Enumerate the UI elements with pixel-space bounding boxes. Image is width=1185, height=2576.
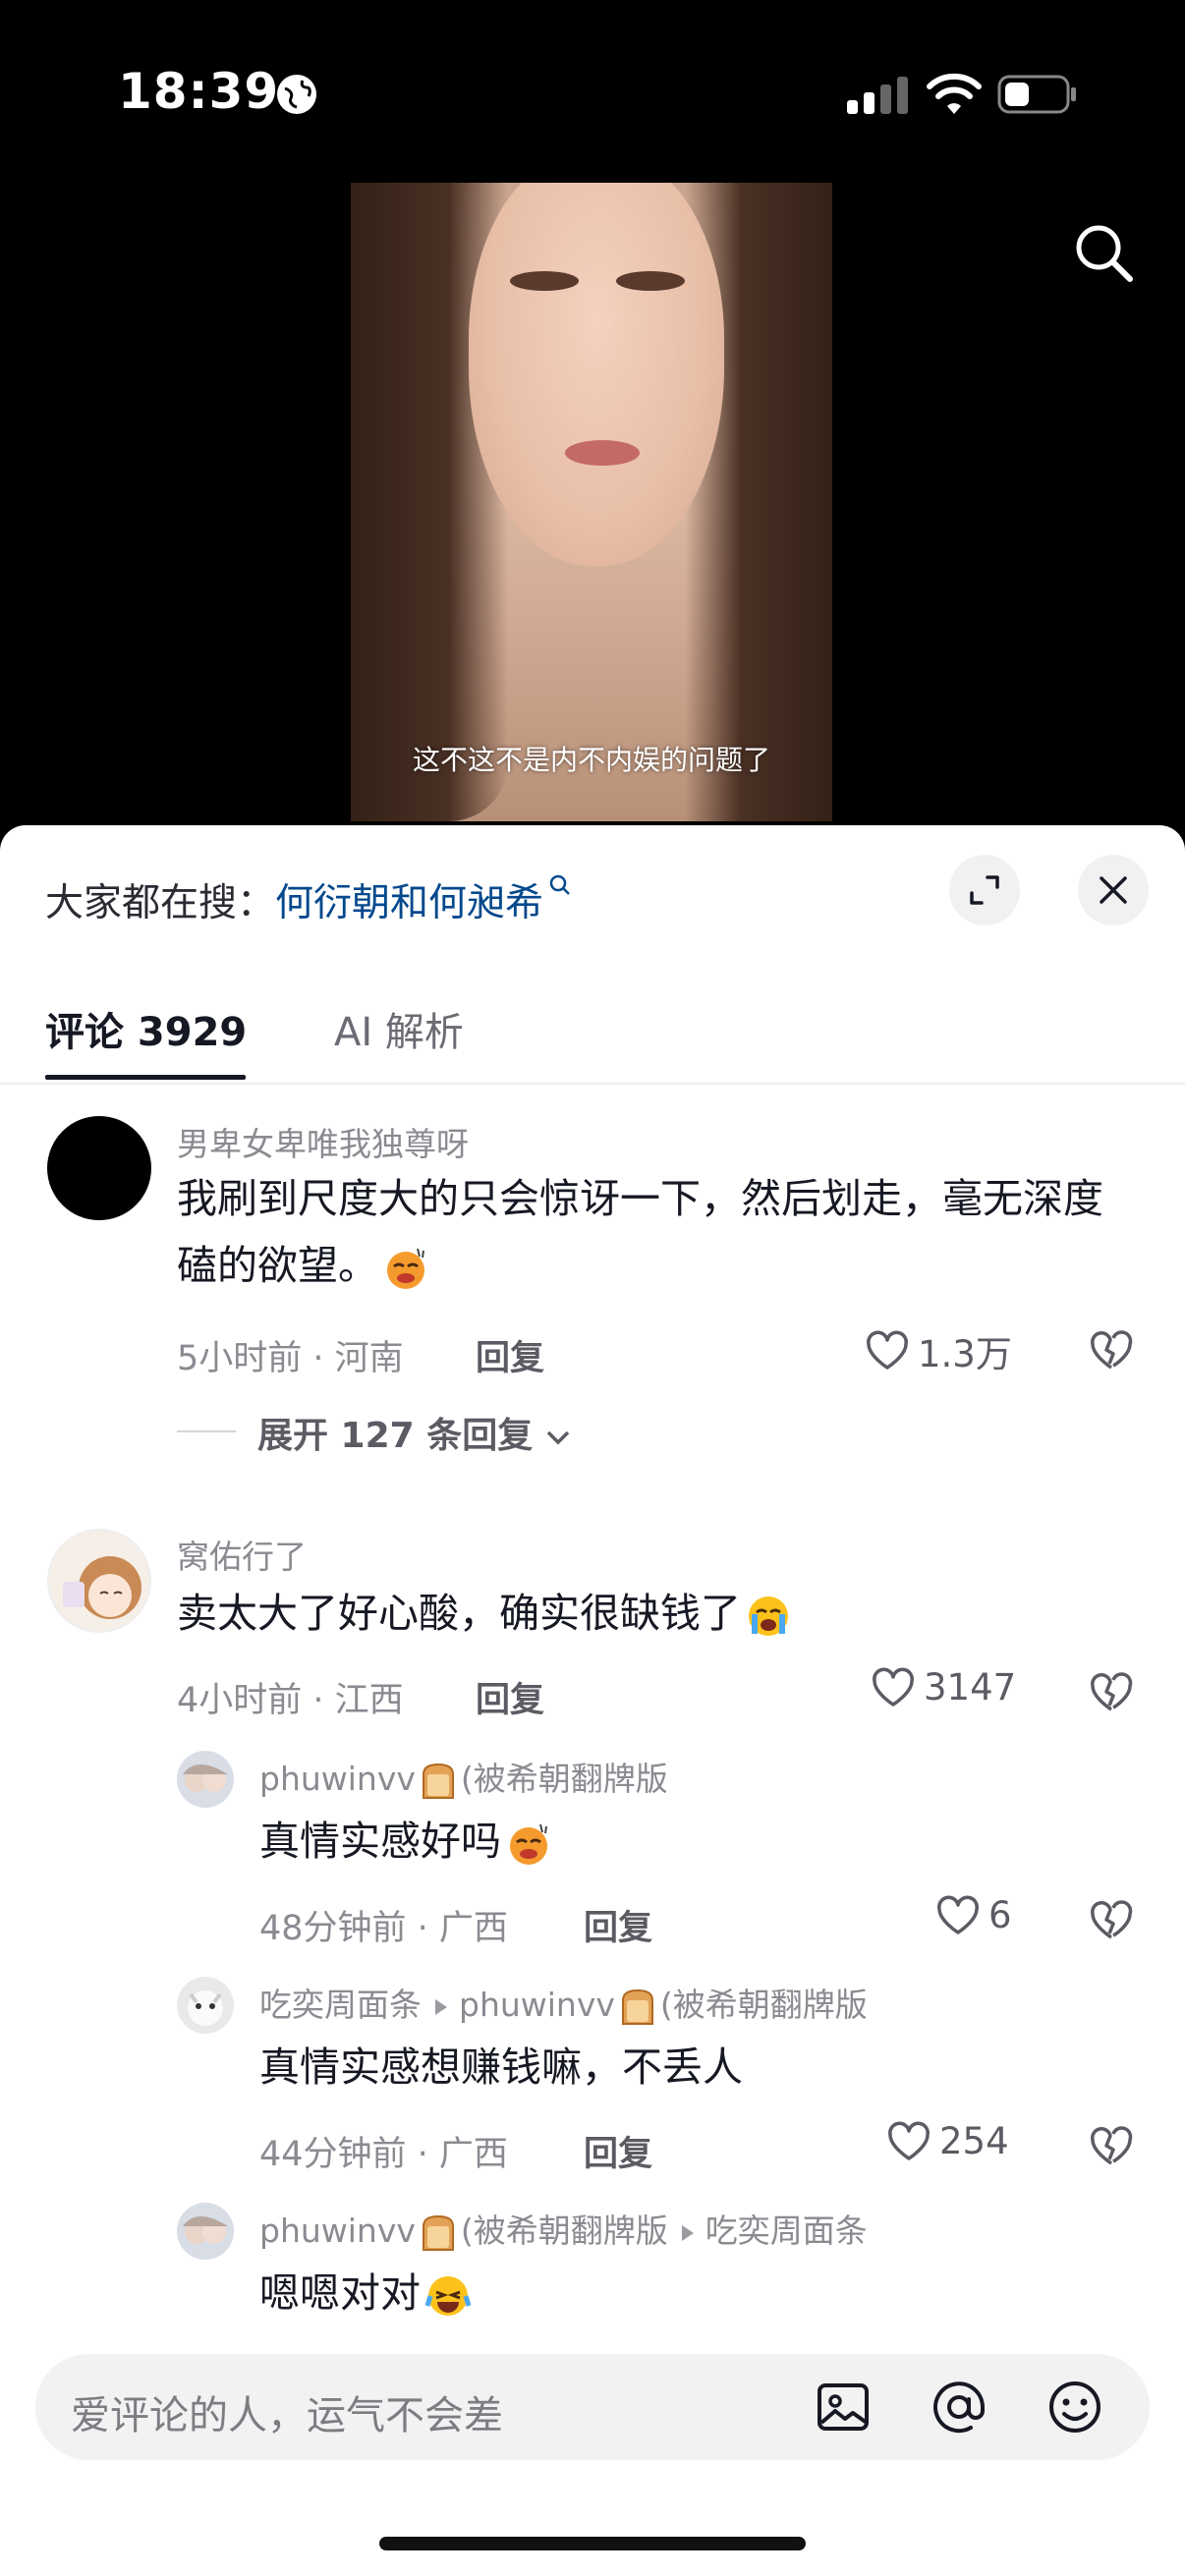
divider — [0, 1083, 1185, 1085]
heart-icon — [937, 1895, 979, 1934]
home-indicator[interactable] — [379, 2537, 806, 2550]
like-button[interactable]: 1.3万 — [865, 1324, 1012, 1377]
heart-icon — [873, 1667, 914, 1707]
avatar[interactable] — [177, 1977, 234, 2034]
broken-heart-icon[interactable] — [1087, 1898, 1136, 1943]
avatar[interactable] — [47, 1116, 151, 1220]
comment-text: 我刷到尺度大的只会惊讶一下，然后划走，毫无深度磕的欲望。 — [177, 1165, 1140, 1299]
reply-username[interactable]: phuwinvv (被希朝翻牌版 — [259, 1753, 668, 1802]
comment-input[interactable]: 爱评论的人，运气不会差 — [35, 2354, 1150, 2460]
toast-icon — [422, 2214, 454, 2251]
trending-prefix: 大家都在搜： — [45, 881, 276, 925]
toast-icon — [621, 1988, 653, 2025]
comment-username[interactable]: 男卑女卑唯我独尊呀 — [177, 1118, 469, 1165]
battery-icon — [997, 75, 1076, 114]
search-icon — [549, 874, 570, 895]
trending-keyword[interactable]: 何衍朝和何昶希 — [275, 881, 543, 925]
reply-username[interactable]: 吃奕周面条 phuwinvv (被希朝翻牌版 — [259, 1979, 868, 2028]
emoji-icon[interactable] — [1044, 2376, 1106, 2438]
wifi-icon — [927, 73, 982, 114]
signal-icon — [847, 77, 908, 114]
comment-text: 卖太大了好心酸，确实很缺钱了 — [177, 1580, 1140, 1647]
reply-meta: 44分钟前 · 广西 — [259, 2135, 508, 2174]
laughing-tears-emoji-icon — [424, 2276, 472, 2316]
reply-text: 真情实感想赚钱嘛，不丢人 — [259, 2044, 743, 2091]
like-count: 3147 — [924, 1666, 1017, 1708]
comment-username[interactable]: 窝佑行了 — [177, 1531, 307, 1578]
at-icon[interactable] — [928, 2376, 990, 2438]
close-button[interactable] — [1078, 855, 1149, 925]
avatar[interactable] — [177, 2203, 234, 2260]
reply-text: 真情实感好吗 — [259, 1808, 1144, 1875]
reply-text: 嗯嗯对对 — [259, 2260, 1144, 2326]
video-frame — [469, 183, 724, 566]
avatar[interactable] — [47, 1529, 151, 1633]
heart-icon — [867, 1330, 908, 1370]
status-time: 18:39 — [118, 63, 280, 120]
reply-button[interactable]: 回复 — [584, 2126, 652, 2176]
video-subtitle: 这不这不是内不内娱的问题了 — [412, 744, 770, 776]
status-bar: 18:39 — [0, 0, 1185, 187]
image-icon[interactable] — [812, 2376, 875, 2438]
reply-username[interactable]: phuwinvv (被希朝翻牌版 吃奕周面条 — [259, 2205, 868, 2254]
trending-search[interactable]: 大家都在搜：何衍朝和何昶希 — [45, 872, 573, 927]
reply-button[interactable]: 回复 — [476, 1330, 544, 1380]
expand-button[interactable] — [949, 855, 1020, 925]
expand-icon — [970, 875, 999, 905]
comment-meta: 5小时前 · 河南 — [177, 1339, 404, 1378]
like-button[interactable]: 6 — [935, 1894, 1012, 1936]
reply-meta: 48分钟前 · 广西 — [259, 1909, 508, 1948]
broken-heart-icon[interactable] — [1087, 1670, 1136, 1715]
divider — [177, 1430, 236, 1432]
comment-meta: 4小时前 · 江西 — [177, 1681, 404, 1720]
avatar[interactable] — [177, 1751, 234, 1808]
tired-emoji-icon — [510, 1823, 547, 1865]
tab-ai-analysis[interactable]: AI 解析 — [334, 1000, 464, 1057]
crying-emoji-icon — [749, 1596, 788, 1636]
comment-sheet: 大家都在搜：何衍朝和何昶希 评论 3929 AI 解析 男卑女卑唯我独尊呀 我刷… — [0, 825, 1185, 2576]
like-count: 254 — [939, 2120, 1009, 2162]
comment-input-placeholder: 爱评论的人，运气不会差 — [71, 2393, 503, 2438]
chevron-down-icon — [546, 1430, 570, 1445]
globe-icon — [277, 75, 316, 114]
reply-arrow-icon — [681, 2224, 694, 2241]
reply-button[interactable]: 回复 — [476, 1672, 544, 1722]
reply-button[interactable]: 回复 — [584, 1900, 652, 1950]
search-icon[interactable] — [1069, 218, 1138, 287]
heart-icon — [888, 2121, 930, 2160]
reply-arrow-icon — [435, 1998, 447, 2015]
video-player[interactable]: 这不这不是内不内娱的问题了 — [351, 183, 832, 821]
tab-comments[interactable]: 评论 3929 — [45, 1000, 247, 1057]
tired-emoji-icon — [387, 1248, 424, 1289]
close-icon — [1100, 876, 1127, 904]
broken-heart-icon[interactable] — [1087, 1328, 1136, 1373]
active-tab-indicator — [45, 1075, 246, 1080]
like-count: 6 — [988, 1894, 1012, 1936]
like-button[interactable]: 254 — [886, 2120, 1009, 2162]
like-count: 1.3万 — [918, 1333, 1012, 1375]
expand-replies-button[interactable]: 展开 127 条回复 — [257, 1407, 571, 1458]
toast-icon — [422, 1763, 454, 1799]
broken-heart-icon[interactable] — [1087, 2124, 1136, 2169]
like-button[interactable]: 3147 — [871, 1666, 1016, 1708]
